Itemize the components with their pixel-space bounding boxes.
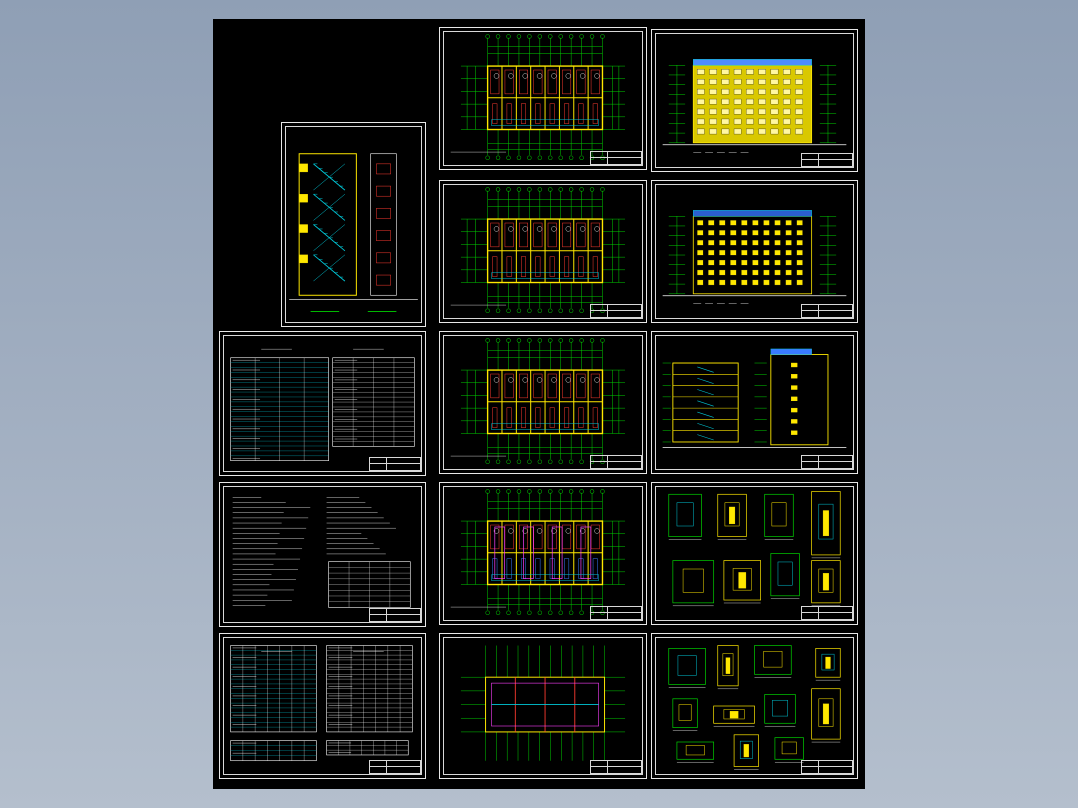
front-elevation-drawing [662, 59, 847, 153]
sheet-materials-schedule[interactable] [219, 633, 426, 779]
title-block [590, 760, 642, 774]
details-drawing [668, 645, 841, 770]
title-block [801, 760, 853, 774]
sheet-front-elevation[interactable] [651, 29, 858, 172]
details-drawing [668, 491, 841, 607]
sheet-floor-plan-3[interactable] [439, 331, 647, 474]
sheet-side-sections[interactable] [651, 331, 858, 474]
floor-plan-drawing [450, 34, 626, 160]
roof-plan-drawing [460, 645, 626, 761]
floor-plan-drawing [450, 187, 626, 313]
sheet-roof-plan[interactable] [439, 633, 647, 779]
floor-plan-drawing [450, 489, 626, 615]
sheet-floor-plan-2[interactable] [439, 180, 647, 323]
sheet-floor-plan-4[interactable] [439, 482, 647, 625]
title-block [801, 153, 853, 167]
sheet-details-2[interactable] [651, 633, 858, 779]
door-window-schedule-table [230, 348, 415, 461]
sheet-rear-elevation[interactable] [651, 180, 858, 323]
sheet-floor-plan-1[interactable] [439, 27, 647, 170]
sheet-details-1[interactable] [651, 482, 858, 625]
design-notes-text [232, 497, 411, 608]
materials-schedule-table [230, 645, 413, 762]
sheet-door-window-schedule[interactable] [219, 331, 426, 476]
title-block [801, 304, 853, 318]
floor-plan-drawing [450, 338, 626, 464]
title-block [801, 455, 853, 469]
sheet-design-notes[interactable] [219, 482, 426, 627]
title-block [590, 606, 642, 620]
sheet-stair-section[interactable] [281, 122, 426, 327]
title-block [369, 457, 421, 471]
section-drawing [662, 348, 847, 448]
title-block [590, 304, 642, 318]
rear-elevation-drawing [662, 210, 847, 304]
stair-section-drawing [289, 153, 418, 312]
title-block [801, 606, 853, 620]
title-block [369, 760, 421, 774]
cad-model-space [213, 19, 865, 789]
title-block [590, 455, 642, 469]
title-block [369, 608, 421, 622]
title-block [590, 151, 642, 165]
